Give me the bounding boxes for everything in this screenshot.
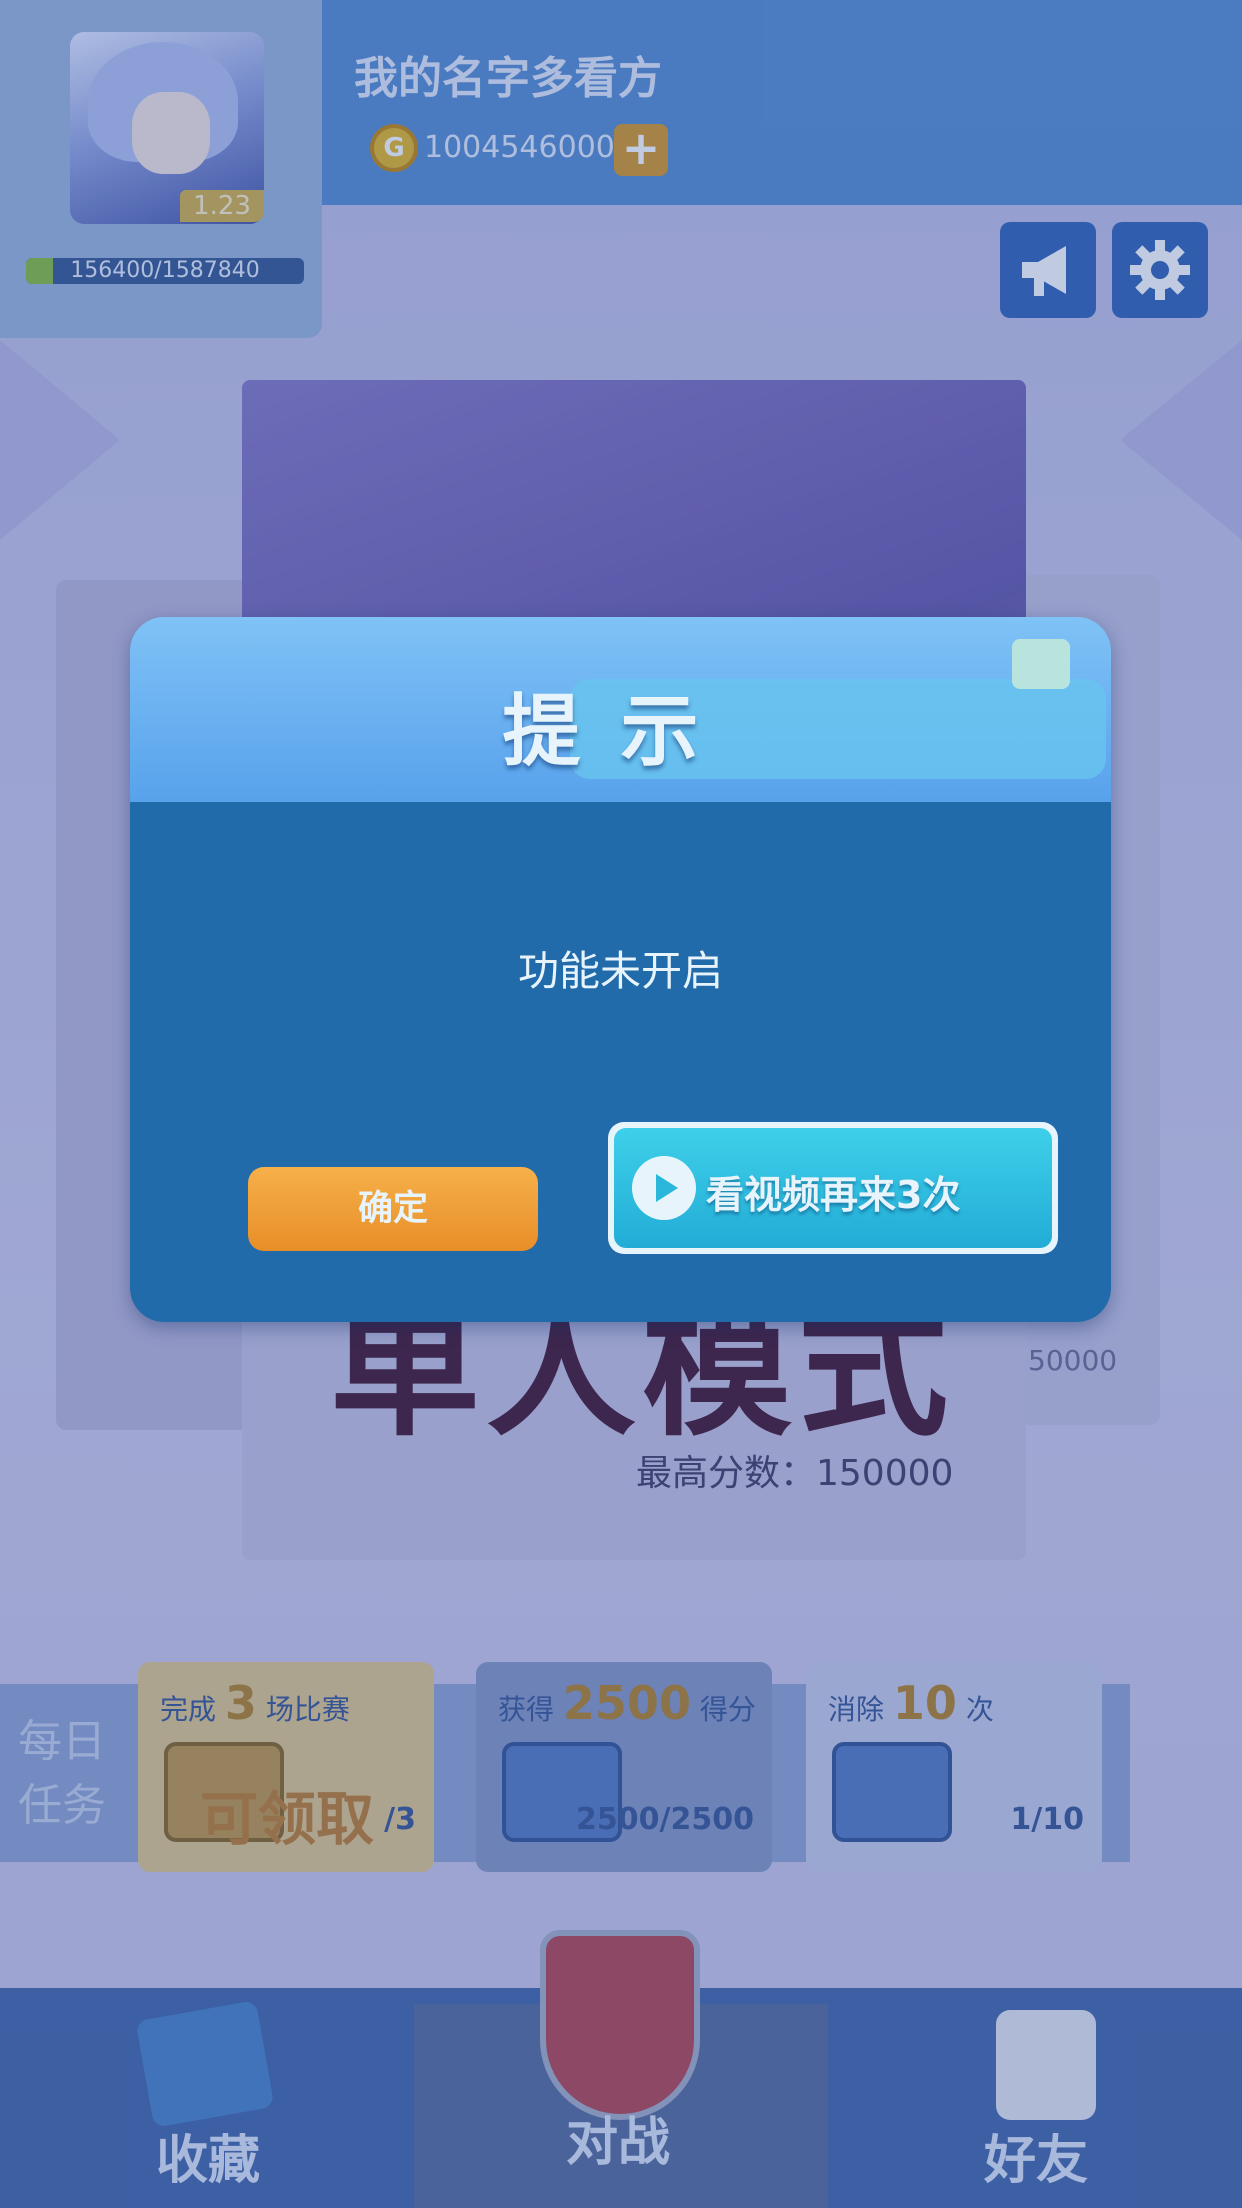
dialog-header: 提示: [130, 617, 1111, 802]
dialog-message: 功能未开启: [518, 947, 723, 995]
watch-video-button[interactable]: 看视频再来3次: [608, 1122, 1058, 1254]
confirm-button[interactable]: 确定: [248, 1167, 538, 1251]
watch-video-label: 看视频再来3次: [706, 1173, 961, 1217]
watch-video-button-face: 看视频再来3次: [614, 1128, 1052, 1248]
notice-dialog: 提示 功能未开启 确定 看视频再来3次: [130, 617, 1111, 1322]
video-play-icon: [632, 1156, 696, 1220]
dialog-title: 提示: [502, 687, 739, 777]
